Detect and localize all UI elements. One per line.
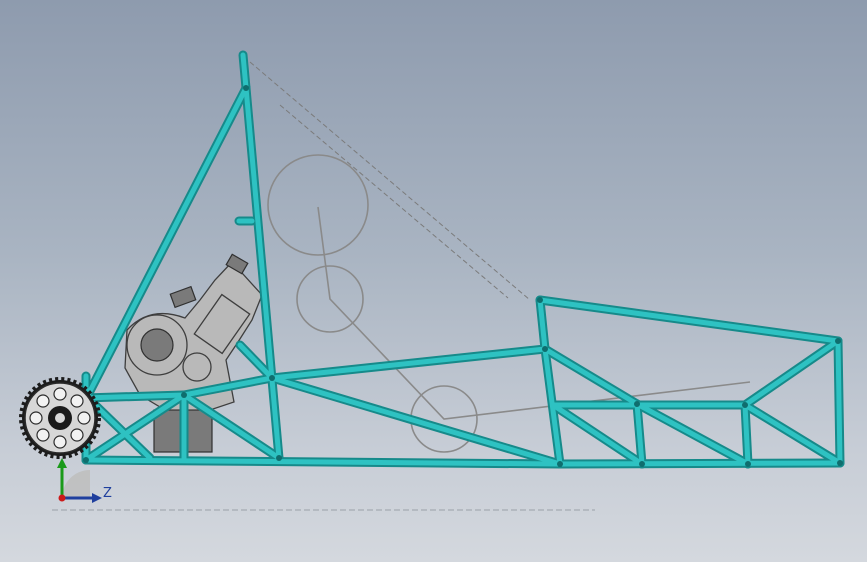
triad-plane [62,470,90,498]
sprocket-icon[interactable] [19,377,101,459]
engine-crank-boss [140,328,174,362]
triad-origin [58,494,66,502]
chassis-frame[interactable] [79,50,845,469]
sketch-construction-line-1[interactable] [249,61,531,301]
model-view[interactable]: Z [0,0,867,562]
sketch-construction-line-2[interactable] [279,104,509,299]
engine-stator-cover [182,352,212,382]
sketch-linkage-line[interactable] [317,206,751,420]
z-axis-label: Z [103,486,112,501]
sketch-circle-large[interactable] [267,154,369,256]
chassis-tube-highlight [81,52,843,467]
coordinate-triad-icon: Z [57,458,112,503]
z-axis-arrow-head [92,493,102,503]
y-axis-arrow-head [57,458,67,468]
engine-intake [169,285,197,309]
cad-graphics-area[interactable]: Z [0,0,867,562]
